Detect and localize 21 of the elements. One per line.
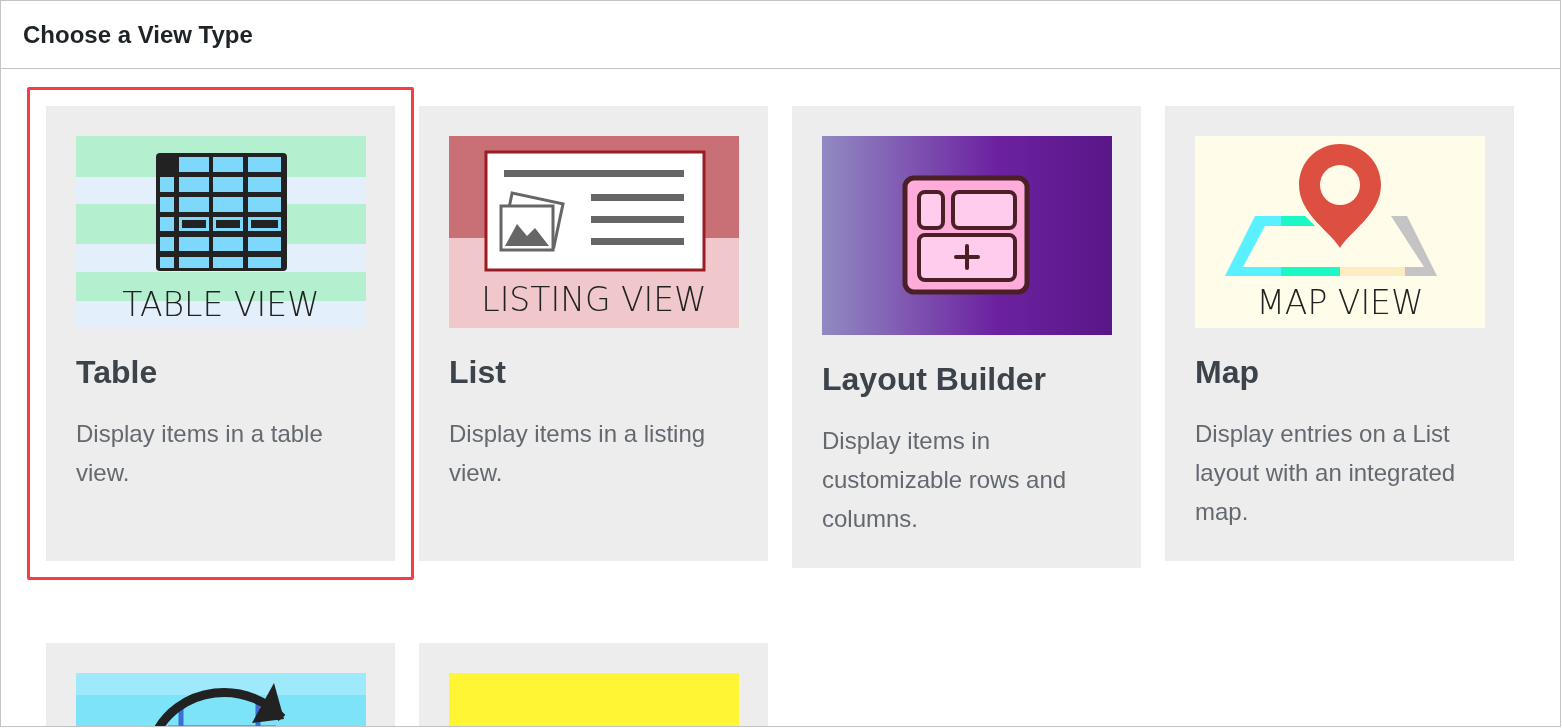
card-description: Display items in customizable rows and columns. xyxy=(822,426,1068,534)
listing-card-icon xyxy=(484,150,706,272)
card-title: Map xyxy=(1195,353,1260,392)
thumbnail-caption: LISTING VIEW xyxy=(481,280,707,319)
view-type-card[interactable]: LISTING VIEW List Display items in a listing view. xyxy=(419,106,768,561)
globe-arrow-icon xyxy=(152,683,286,726)
card-description: Display entries on a List layout with an integrated map. xyxy=(1195,419,1457,527)
layout-blocks-icon xyxy=(902,175,1030,295)
card-description: Display items in a listing view. xyxy=(449,419,707,488)
thumbnail-caption: TABLE VIEW xyxy=(122,285,320,324)
map-pin-icon xyxy=(1225,144,1437,276)
card-title: Layout Builder xyxy=(822,360,1047,399)
card-title: Table xyxy=(76,353,159,392)
thumbnail-caption: MAP VIEW xyxy=(1256,283,1424,322)
panel-title: Choose a View Type xyxy=(23,19,253,50)
table-grid-icon xyxy=(156,153,287,271)
view-type-card[interactable]: MAP VIEW Map Display entries on a List layout with an integrated map. xyxy=(1165,106,1514,561)
view-type-card[interactable]: Layout Builder Display items in customizable rows and columns. xyxy=(792,106,1141,568)
card-description: Display items in a table view. xyxy=(76,419,324,488)
view-type-card[interactable]: TABLE VIEW Table Display items in a table view. xyxy=(46,106,395,561)
card-title: List xyxy=(449,353,507,392)
